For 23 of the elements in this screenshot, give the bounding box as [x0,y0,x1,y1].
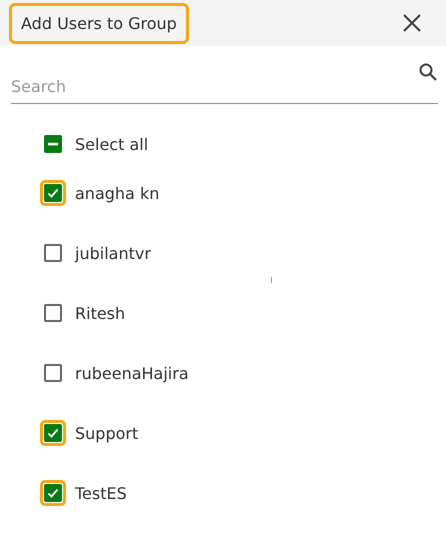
close-icon [401,12,423,34]
user-checkbox[interactable] [44,364,62,382]
search-icon [418,62,438,82]
user-name: Support [75,424,138,442]
user-checkbox[interactable] [44,484,62,502]
user-name: anagha kn [75,184,160,202]
user-name: Ritesh [75,304,126,322]
search-field[interactable]: Search [11,68,438,104]
user-checkbox[interactable] [44,244,62,262]
dialog-title: Add Users to Group [9,2,189,44]
select-all-checkbox[interactable] [44,135,62,153]
close-button[interactable] [401,12,423,34]
checkmark-icon [46,186,60,200]
user-checkbox[interactable] [44,184,62,202]
user-checkbox[interactable] [44,424,62,442]
user-checkbox[interactable] [44,304,62,322]
user-name: rubeenaHajira [75,364,189,382]
checkmark-icon [46,426,60,440]
user-name: jubilantvr [75,244,151,262]
select-all-label: Select all [75,134,148,154]
user-name: TestES [75,484,127,502]
checkmark-icon [46,486,60,500]
stray-mark [271,277,272,283]
